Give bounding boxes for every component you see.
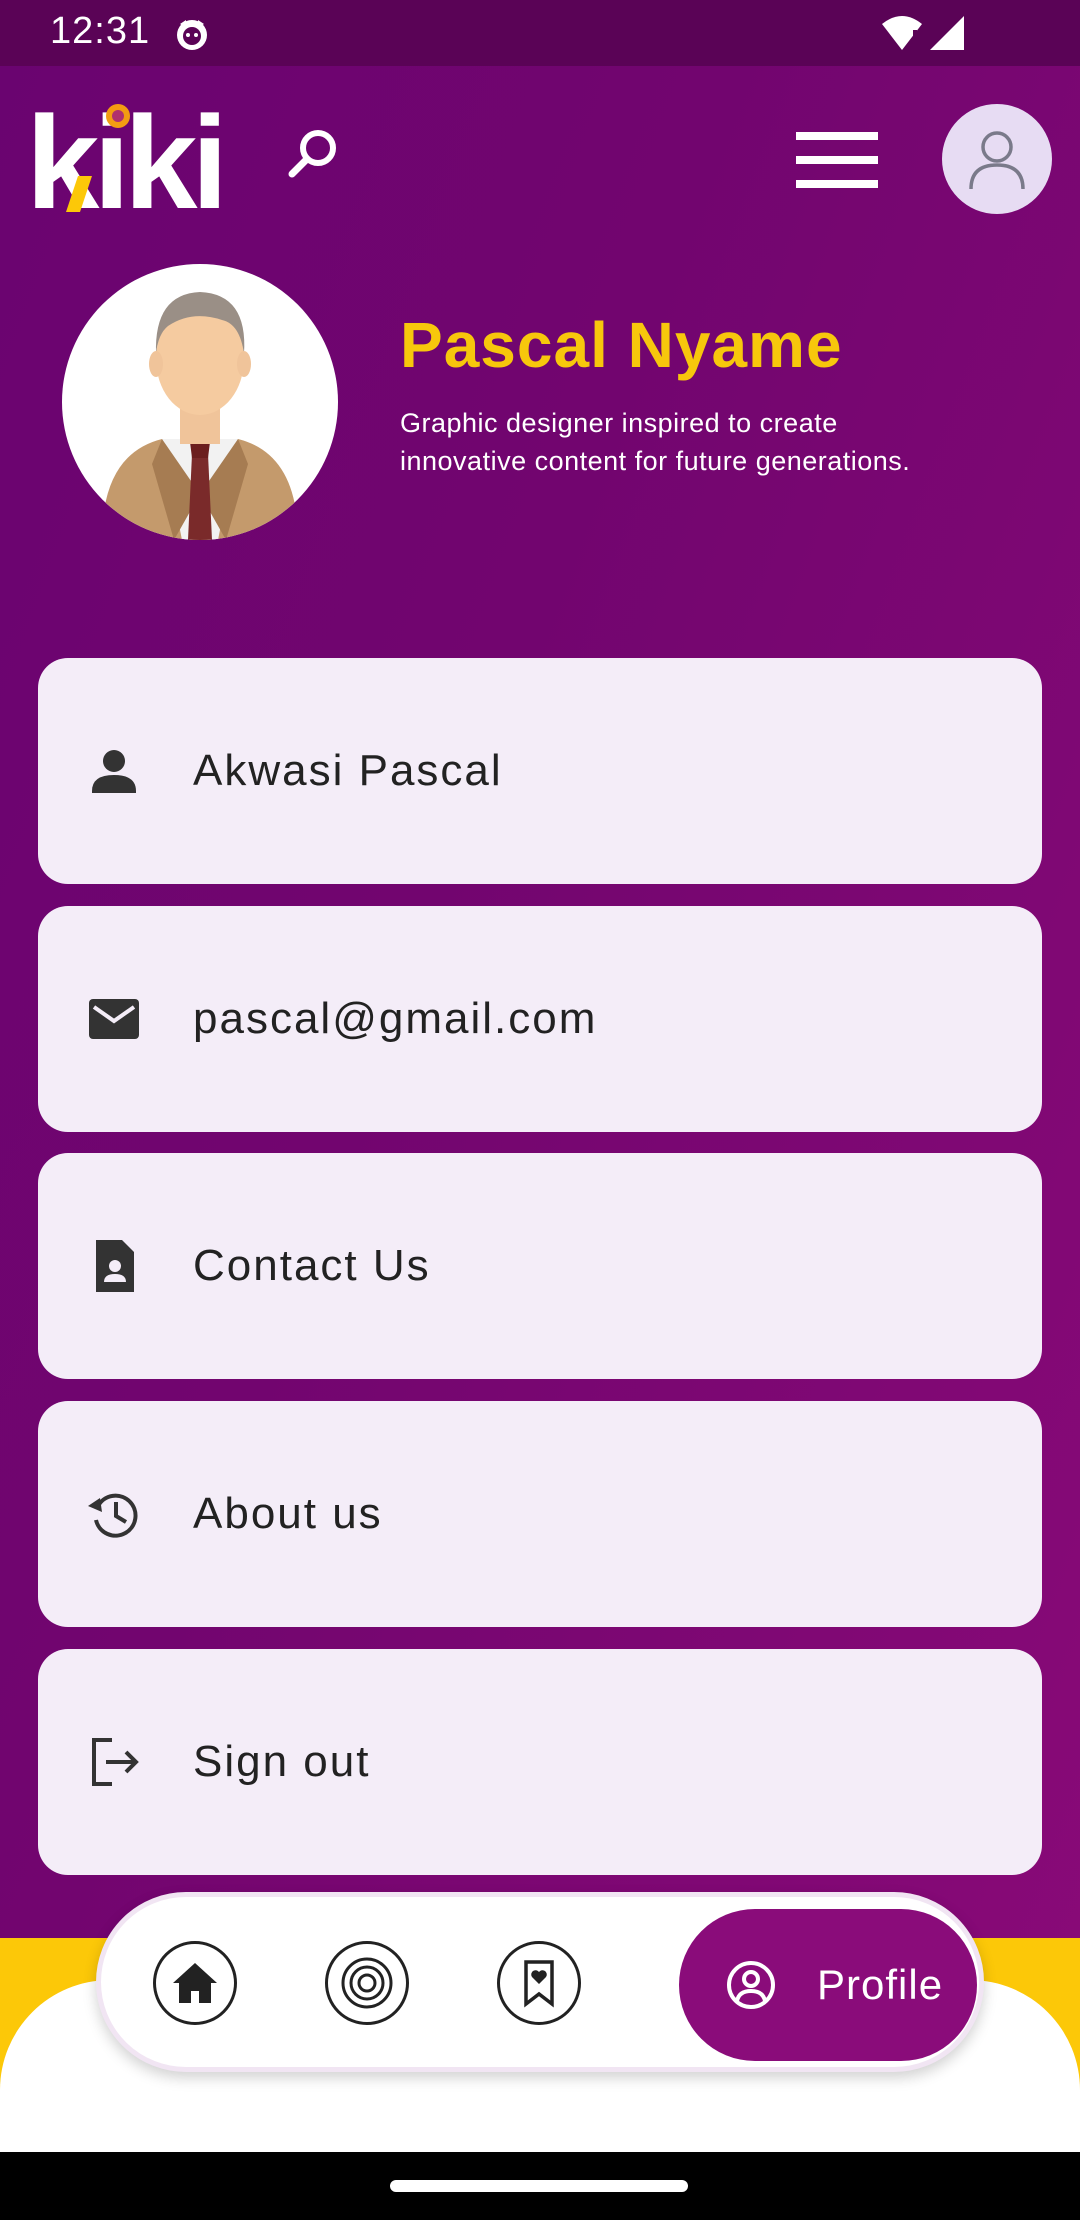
profile-name: Pascal Nyame	[400, 309, 843, 381]
cell-signal-icon	[930, 16, 964, 50]
nav-saved-button[interactable]	[497, 1941, 581, 2025]
nav-profile-label: Profile	[817, 1961, 944, 2008]
history-icon	[88, 1493, 138, 1538]
hamburger-menu-icon[interactable]	[794, 130, 880, 190]
wifi-icon	[882, 16, 922, 50]
mail-icon	[89, 999, 139, 1039]
card-sign-out[interactable]: Sign out	[38, 1649, 1042, 1875]
card-label-contact: Contact Us	[193, 1241, 431, 1290]
search-icon[interactable]	[282, 124, 344, 186]
status-bar: 12:31	[0, 0, 1080, 66]
bottom-navigation: Profile	[96, 1892, 984, 2072]
card-contact-us[interactable]: Contact Us	[38, 1153, 1042, 1379]
home-gesture-pill[interactable]	[390, 2180, 688, 2192]
status-time: 12:31	[50, 10, 151, 52]
logout-icon	[92, 1738, 139, 1786]
card-label-email: pascal@gmail.com	[193, 994, 598, 1043]
home-icon	[173, 1963, 217, 2003]
profile-icon	[727, 1961, 775, 2009]
user-avatar-button[interactable]	[942, 104, 1052, 214]
card-label-username: Akwasi Pascal	[193, 746, 503, 795]
card-label-about: About us	[193, 1489, 383, 1538]
profile-screen: 12:31 kiki Pascal Nyame Graphic designer…	[0, 0, 1080, 2220]
card-email[interactable]: pascal@gmail.com	[38, 906, 1042, 1132]
businessman-avatar-image	[102, 292, 298, 540]
bookmark-heart-icon	[524, 1960, 554, 2008]
profile-photo	[62, 264, 338, 540]
nav-home-button[interactable]	[153, 1941, 237, 2025]
card-about-us[interactable]: About us	[38, 1401, 1042, 1627]
user-avatar-icon	[969, 131, 1025, 190]
app-notification-icon	[177, 20, 207, 50]
person-icon	[92, 750, 136, 793]
card-username[interactable]: Akwasi Pascal	[38, 658, 1042, 884]
target-icon	[341, 1957, 393, 2009]
profile-bio: Graphic designer inspired to create inno…	[400, 408, 911, 476]
nav-profile-button[interactable]: Profile	[679, 1909, 977, 2061]
card-label-signout: Sign out	[193, 1737, 371, 1786]
kiki-logo: kiki	[26, 100, 228, 215]
contact-document-icon	[96, 1240, 134, 1292]
nav-explore-button[interactable]	[325, 1941, 409, 2025]
